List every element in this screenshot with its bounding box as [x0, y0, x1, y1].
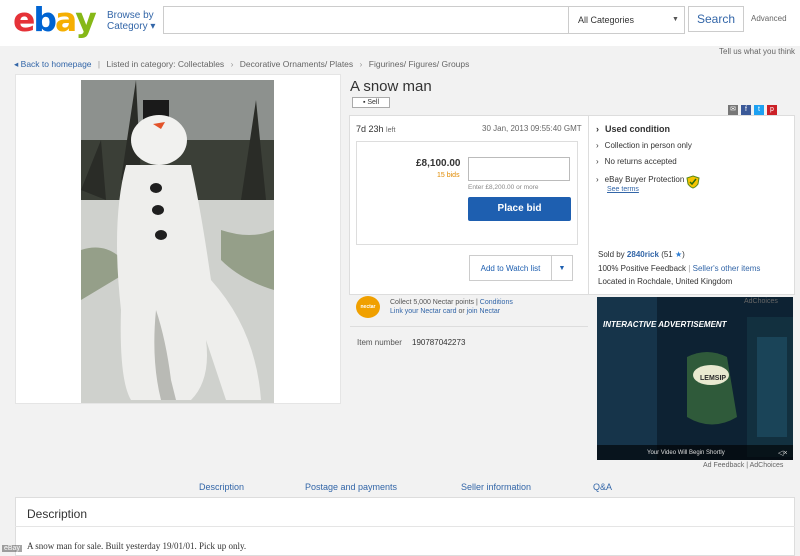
- advanced-search-link[interactable]: Advanced: [751, 14, 787, 23]
- tab-qa[interactable]: Q&A: [593, 482, 612, 492]
- breadcrumb-item[interactable]: Decorative Ornaments/ Plates: [240, 59, 353, 69]
- see-terms-link[interactable]: See terms: [607, 186, 639, 193]
- breadcrumb-item[interactable]: Figurines/ Figures/ Groups: [369, 59, 470, 69]
- place-bid-button[interactable]: Place bid: [468, 197, 571, 221]
- chevron-down-icon[interactable]: ▼: [551, 255, 573, 281]
- snowman-photo[interactable]: [81, 80, 274, 403]
- search-bar: All Categories ▼: [163, 6, 685, 34]
- mute-icon[interactable]: ◁×: [778, 449, 787, 457]
- location: Located in Rochdale, United Kingdom: [598, 277, 733, 286]
- returns-info: › No returns accepted: [596, 157, 677, 166]
- nectar-logo: nectar: [356, 296, 380, 318]
- bid-amount-input[interactable]: [468, 157, 570, 181]
- breadcrumb-item[interactable]: Collectables: [178, 59, 224, 69]
- seller-other-items-link[interactable]: Seller's other items: [693, 264, 761, 273]
- shield-icon: [686, 175, 700, 189]
- search-button[interactable]: Search: [688, 6, 744, 32]
- chevron-right-icon: ›: [230, 59, 234, 69]
- separator: |: [97, 59, 101, 69]
- lock-icon: ▪: [362, 99, 366, 106]
- ad-feedback: Ad Feedback | AdChoices: [703, 462, 784, 469]
- time-left: 7d 23h left: [356, 124, 396, 134]
- bid-hint: Enter £8,200.00 or more: [468, 184, 539, 191]
- collection-info: › Collection in person only: [596, 141, 692, 150]
- listed-in-label: Listed in category:: [106, 59, 176, 69]
- join-nectar-link[interactable]: join Nectar: [467, 308, 500, 315]
- back-to-homepage-link[interactable]: Back to homepage: [21, 59, 92, 69]
- nectar-promo: Collect 5,000 Nectar points | Conditions…: [390, 299, 513, 315]
- buyer-protection: › eBay Buyer Protection: [596, 175, 685, 184]
- category-select[interactable]: All Categories: [574, 7, 684, 33]
- twitter-icon[interactable]: t: [754, 105, 764, 115]
- item-tabs: Description Postage and payments Seller …: [0, 482, 800, 498]
- current-price: £8,100.00: [416, 158, 461, 169]
- divider: [15, 526, 795, 527]
- ad-brand: LEMSIP: [700, 375, 727, 382]
- item-title: A snow man: [350, 78, 432, 95]
- ebay-logo[interactable]: ebay: [13, 3, 97, 36]
- search-input[interactable]: [164, 7, 569, 33]
- ad-banner-text: INTERACTIVE ADVERTISEMENT: [603, 320, 727, 329]
- pinterest-icon[interactable]: p: [767, 105, 777, 115]
- link-nectar-card-link[interactable]: Link your Nectar card: [390, 308, 457, 315]
- ad-video-status: Your Video Will Begin Shortly: [647, 450, 725, 456]
- share-icons: ✉ f t p: [728, 98, 780, 116]
- ad-choices-link[interactable]: AdChoices: [750, 462, 784, 469]
- sell-badge[interactable]: ▪ Sell: [352, 97, 390, 108]
- facebook-icon[interactable]: f: [741, 105, 751, 115]
- description-text: A snow man for sale. Built yesterday 19/…: [27, 541, 247, 551]
- chevron-down-icon: ▼: [672, 16, 679, 23]
- image-credit: eBay: [2, 545, 22, 552]
- ad-choices-link[interactable]: AdChoices: [744, 298, 778, 305]
- item-number-label: Item number: [357, 338, 402, 347]
- feedback-link[interactable]: Tell us what you think: [719, 47, 795, 56]
- browse-by-category[interactable]: Browse by Category ▾: [107, 10, 155, 32]
- tab-postage-payments[interactable]: Postage and payments: [305, 482, 397, 492]
- sold-by: Sold by 2840rick (51 ★): [598, 250, 685, 259]
- end-date: 30 Jan, 2013 09:55:40 GMT: [482, 124, 582, 133]
- tab-description[interactable]: Description: [199, 482, 244, 492]
- breadcrumb: ◂ Back to homepage | Listed in category:…: [14, 59, 469, 70]
- email-icon[interactable]: ✉: [728, 105, 738, 115]
- item-number: 190787042273: [412, 338, 466, 347]
- nectar-conditions-link[interactable]: Conditions: [480, 299, 513, 306]
- seller-link[interactable]: 2840rick: [627, 250, 659, 259]
- tab-seller-information[interactable]: Seller information: [461, 482, 531, 492]
- ad-feedback-link[interactable]: Ad Feedback: [703, 462, 744, 469]
- description-title: Description: [27, 507, 88, 521]
- chevron-right-icon: ›: [359, 59, 363, 69]
- back-arrow-icon: ◂: [14, 59, 19, 69]
- condition: › Used condition: [596, 124, 670, 134]
- bid-count-link[interactable]: 15 bids: [437, 172, 460, 179]
- add-to-watch-list-button[interactable]: Add to Watch list: [469, 255, 552, 281]
- feedback-line: 100% Positive Feedback | Seller's other …: [598, 264, 761, 273]
- divider: [350, 326, 588, 327]
